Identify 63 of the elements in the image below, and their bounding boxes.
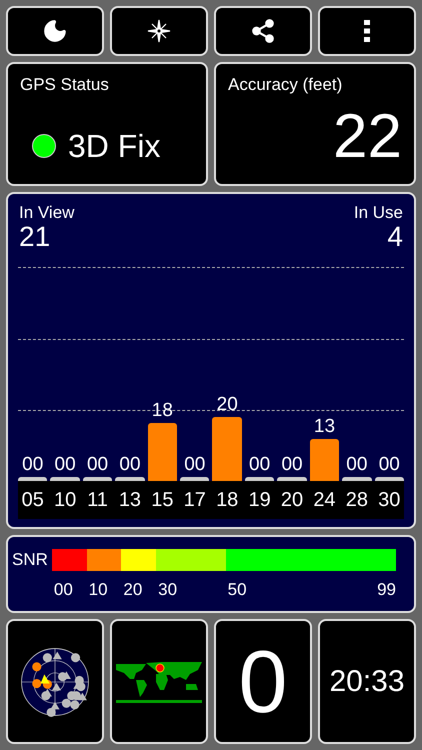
share-button[interactable]: [214, 6, 312, 56]
accuracy-title: Accuracy (feet): [228, 74, 344, 96]
world-map-card[interactable]: [110, 619, 208, 744]
snr-tick-label: 50: [226, 579, 247, 601]
snr-value: 00: [54, 455, 76, 474]
snr-value: 00: [22, 455, 44, 474]
satellite-id: 19: [247, 488, 272, 513]
signal-bar: [82, 477, 112, 481]
snr-value: 00: [119, 455, 141, 474]
accuracy-value: 22: [333, 106, 402, 168]
in-view-label: In View: [19, 202, 74, 224]
in-use-label: In Use: [354, 202, 403, 224]
satellite-id: 15: [150, 488, 174, 513]
compass-button[interactable]: [110, 6, 208, 56]
signal-bar: [244, 477, 274, 481]
signal-bar: [180, 477, 210, 481]
satellite-id: 18: [215, 488, 240, 513]
gps-status-title: GPS Status: [20, 74, 110, 96]
clock-time: 20:33: [329, 664, 405, 700]
satellite-id: 28: [344, 488, 369, 513]
snr-value: 00: [346, 455, 368, 474]
moon-icon: [42, 18, 68, 44]
snr-value: 18: [152, 401, 173, 420]
snr-value: 13: [314, 417, 336, 436]
satellite-id: 30: [377, 488, 402, 513]
signal-bar: [310, 439, 340, 481]
signal-bar: [115, 477, 145, 481]
snr-value: 00: [249, 455, 270, 474]
in-use-count: 4: [387, 223, 403, 252]
gps-status-value: 3D Fix: [68, 126, 160, 166]
snr-tick-label: 10: [88, 579, 108, 601]
satellite-id: 05: [20, 488, 45, 513]
share-icon: [250, 18, 276, 44]
snr-value: 00: [281, 455, 303, 474]
signal-bar: [212, 417, 242, 481]
signal-bar: [277, 477, 307, 481]
snr-value: 00: [86, 455, 108, 474]
snr-tick-label: 00: [52, 579, 73, 601]
snr-label: SNR: [12, 549, 48, 568]
signal-bar: [148, 423, 178, 481]
snr-value: 00: [184, 455, 206, 474]
signal-bar: [18, 477, 48, 481]
night-button[interactable]: [6, 6, 104, 56]
sky-plot-card[interactable]: [6, 619, 104, 744]
more-icon: [364, 20, 370, 42]
satellite-id: 10: [52, 488, 78, 513]
compass-star-icon: [147, 19, 171, 43]
satellite-id: 20: [280, 488, 304, 513]
in-view-count: 21: [19, 223, 50, 252]
snr-value: 20: [216, 395, 238, 414]
snr-tick-label: 99: [377, 579, 396, 601]
signal-bar: [342, 477, 372, 481]
satellite-id: 13: [118, 488, 142, 513]
signal-bar: [50, 477, 80, 481]
snr-tick-label: 30: [157, 579, 178, 601]
snr-value: 00: [378, 455, 400, 474]
more-button[interactable]: [318, 6, 416, 56]
snr-tick-label: 20: [122, 579, 142, 601]
counter-value: 0: [238, 638, 288, 726]
satellite-id: 24: [312, 488, 337, 513]
satellite-id: 11: [86, 488, 109, 513]
satellite-id: 17: [182, 488, 207, 513]
signal-bar: [374, 477, 404, 481]
